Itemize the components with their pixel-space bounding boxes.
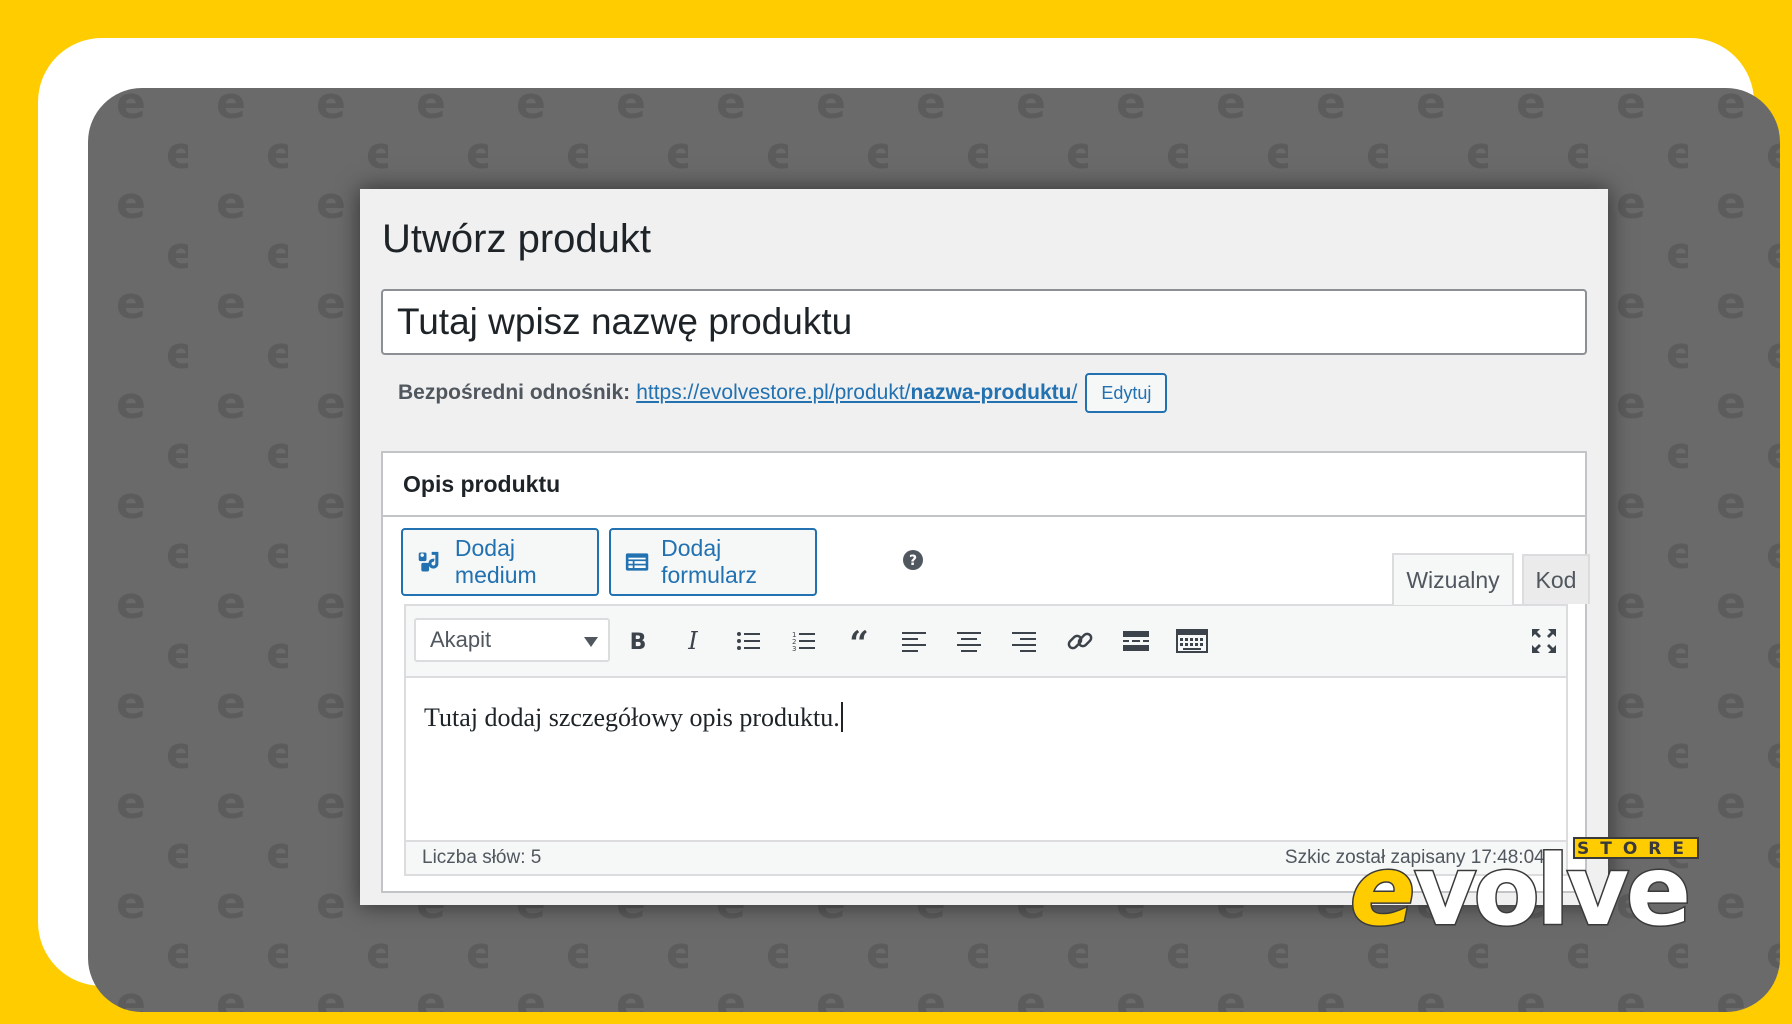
permalink-row: Bezpośredni odnośnik: https://evolvestor… xyxy=(398,372,1168,414)
paragraph-format-select[interactable]: Akapit xyxy=(414,618,610,662)
italic-icon: I xyxy=(687,629,698,653)
svg-text:e: e xyxy=(1350,836,1415,946)
product-title-input[interactable] xyxy=(381,289,1587,355)
quote-icon: “ xyxy=(849,629,869,653)
permalink-label: Bezpośredni odnośnik: xyxy=(398,381,631,404)
description-postbox: Opis produktu Dodaj medium Dodaj formula… xyxy=(381,451,1590,893)
form-icon xyxy=(625,553,649,571)
toolbar-toggle-button[interactable] xyxy=(1174,623,1210,659)
bold-button[interactable]: B xyxy=(620,623,656,659)
editor-content-area[interactable]: Tutaj dodaj szczegółowy opis produktu. xyxy=(406,678,1566,840)
align-right-button[interactable] xyxy=(1006,623,1042,659)
italic-button[interactable]: I xyxy=(675,623,711,659)
edit-permalink-button[interactable]: Edytuj xyxy=(1085,373,1168,413)
add-form-button[interactable]: Dodaj formularz xyxy=(609,528,817,596)
fullscreen-button[interactable] xyxy=(1526,623,1562,659)
add-form-label: Dodaj formularz xyxy=(661,535,757,588)
align-center-button[interactable] xyxy=(951,623,987,659)
word-count: Liczba słów: 5 xyxy=(422,847,542,868)
format-select-value: Akapit xyxy=(430,627,492,652)
media-icon xyxy=(418,551,439,572)
align-right-icon xyxy=(1012,632,1036,652)
postbox-title: Opis produktu xyxy=(383,453,1585,517)
fullscreen-icon xyxy=(1532,629,1556,653)
bulleted-list-button[interactable] xyxy=(731,623,767,659)
insert-link-button[interactable] xyxy=(1062,623,1098,659)
read-more-icon xyxy=(1123,631,1149,651)
svg-text:“: “ xyxy=(849,629,869,653)
svg-text:?: ? xyxy=(909,553,917,569)
align-left-icon xyxy=(902,632,926,652)
add-media-label: Dodaj medium xyxy=(454,535,537,588)
svg-text:3: 3 xyxy=(792,645,796,653)
tab-code[interactable]: Kod xyxy=(1522,554,1590,604)
keyboard-icon xyxy=(1176,629,1208,653)
bold-icon: B xyxy=(630,630,647,653)
read-more-button[interactable] xyxy=(1118,623,1154,659)
editor-toolbar: Akapit B I 1 2 3 “ xyxy=(406,606,1566,678)
align-left-button[interactable] xyxy=(896,623,932,659)
add-media-button[interactable]: Dodaj medium xyxy=(401,528,599,596)
question-circle-icon[interactable]: ? xyxy=(901,548,925,577)
evolve-store-logo: STORE e volve xyxy=(1344,834,1704,949)
tab-visual[interactable]: Wizualny xyxy=(1392,553,1514,605)
text-cursor xyxy=(840,702,843,732)
svg-text:volve: volve xyxy=(1414,836,1688,946)
svg-text:I: I xyxy=(687,629,698,653)
numbered-list-button[interactable]: 1 2 3 xyxy=(786,623,822,659)
numbered-list-icon: 1 2 3 xyxy=(792,631,815,653)
blockquote-button[interactable]: “ xyxy=(841,623,877,659)
align-center-icon xyxy=(957,632,981,652)
bulleted-list-icon xyxy=(737,632,760,650)
editor-content-text: Tutaj dodaj szczegółowy opis produktu. xyxy=(424,703,840,732)
wp-edit-product-panel: Utwórz produkt Bezpośredni odnośnik: htt… xyxy=(360,189,1608,905)
link-icon xyxy=(1067,632,1093,650)
chevron-down-icon xyxy=(584,637,598,647)
svg-text:B: B xyxy=(630,630,647,653)
page-title: Utwórz produkt xyxy=(382,217,651,261)
permalink-link[interactable]: https://evolvestore.pl/produkt/nazwa-pro… xyxy=(636,381,1077,405)
